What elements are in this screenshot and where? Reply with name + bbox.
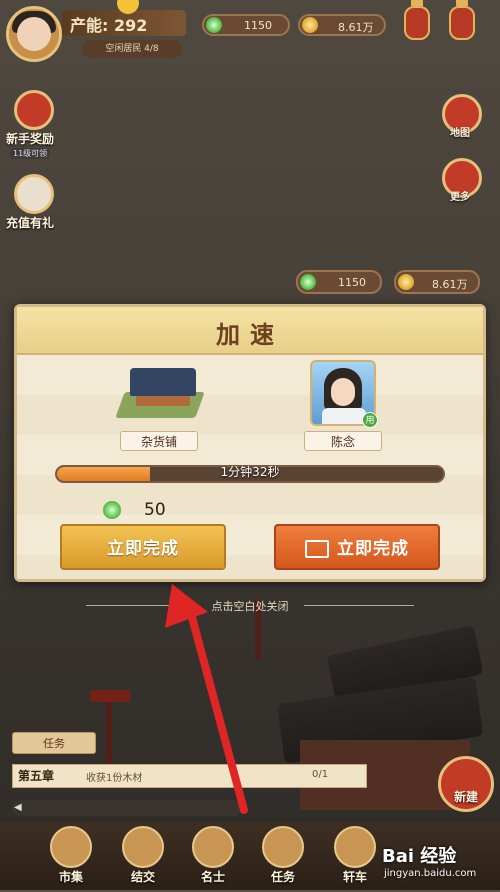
- overlay-jade-pill[interactable]: 1150: [296, 270, 382, 294]
- baidu-watermark: Bai 经验 jingyan.baidu.com: [382, 836, 498, 886]
- avatar-face: [17, 17, 51, 51]
- jade-resource-pill[interactable]: 1150: [202, 14, 290, 36]
- watch-ad-complete-button[interactable]: 立即完成: [274, 524, 440, 570]
- tasks-icon: [262, 826, 304, 868]
- npc-name-tag: 陈念: [304, 431, 382, 451]
- market-icon: [50, 826, 92, 868]
- complete-now-button[interactable]: 立即完成: [60, 524, 226, 570]
- announcement-bar: [12, 800, 242, 816]
- jade-coin-icon: [300, 274, 316, 290]
- dialog-title: 加速: [216, 320, 284, 349]
- npc-face: [331, 378, 355, 406]
- quest-tab[interactable]: 任务: [12, 732, 96, 754]
- production-label: 产能: 292: [70, 16, 148, 35]
- nav-tasks[interactable]: 任务: [258, 826, 308, 892]
- nav-market[interactable]: 市集: [46, 826, 96, 892]
- speaker-icon: ◀: [14, 802, 22, 813]
- nav-friends-label: 结交: [130, 870, 155, 884]
- newbie-reward-badge: 11级可领: [10, 148, 51, 159]
- newbie-reward-icon[interactable]: [14, 90, 54, 130]
- scholars-icon: [192, 826, 234, 868]
- more-label: 更多: [450, 192, 470, 203]
- building-roof: [130, 368, 196, 396]
- nav-scholars[interactable]: 名士: [188, 826, 238, 892]
- friends-icon: [122, 826, 164, 868]
- nav-carriage-label: 轩车: [342, 870, 367, 884]
- idle-residents-label: 空闲居民 4/8: [82, 40, 182, 58]
- lantern-icon[interactable]: [449, 6, 475, 40]
- gold-coin-icon: [302, 17, 318, 33]
- jade-cost-icon: [103, 501, 121, 519]
- gold-value: 8.61万: [338, 21, 374, 34]
- nav-carriage[interactable]: 轩车: [330, 826, 380, 892]
- jade-value: 1150: [244, 19, 272, 32]
- tap-to-close-hint: 点击空白处关闭: [211, 600, 289, 613]
- quest-chapter: 第五章: [18, 769, 55, 783]
- npc-body: [322, 408, 366, 424]
- lantern-icon[interactable]: [404, 6, 430, 40]
- overlay-jade-value: 1150: [338, 276, 366, 289]
- recharge-gift-label: 充值有礼: [6, 216, 55, 230]
- watermark-url: jingyan.baidu.com: [384, 868, 477, 879]
- recharge-gift-icon[interactable]: [14, 174, 54, 214]
- nav-friends[interactable]: 结交: [118, 826, 168, 892]
- grocery-shop-illustration: [108, 362, 212, 424]
- nav-scholars-label: 名士: [200, 870, 225, 884]
- newbie-reward-label: 新手奖励: [6, 132, 55, 146]
- gold-coin-icon: [398, 274, 414, 290]
- in-use-badge: 用: [362, 412, 378, 428]
- video-film-icon: [305, 540, 329, 558]
- jade-coin-icon: [206, 17, 222, 33]
- watch-ad-complete-label: 立即完成: [337, 539, 409, 559]
- overlay-gold-value: 8.61万: [432, 278, 468, 291]
- speedup-cost: 50: [144, 500, 166, 520]
- nav-market-label: 市集: [58, 870, 83, 884]
- map-label: 地图: [450, 128, 470, 139]
- quest-progress: 0/1: [312, 769, 329, 780]
- gold-resource-pill[interactable]: 8.61万: [298, 14, 386, 36]
- carriage-icon: [334, 826, 376, 868]
- player-avatar[interactable]: [6, 6, 62, 62]
- new-build-label: 新建: [453, 790, 478, 804]
- quest-description: 收获1份木材: [86, 773, 143, 784]
- overlay-gold-pill[interactable]: 8.61万: [394, 270, 480, 294]
- building-name-tag: 杂货铺: [120, 431, 198, 451]
- watermark-brand: Bai 经验: [382, 846, 457, 867]
- nav-tasks-label: 任务: [270, 870, 295, 884]
- time-remaining: 1分钟32秒: [220, 465, 280, 479]
